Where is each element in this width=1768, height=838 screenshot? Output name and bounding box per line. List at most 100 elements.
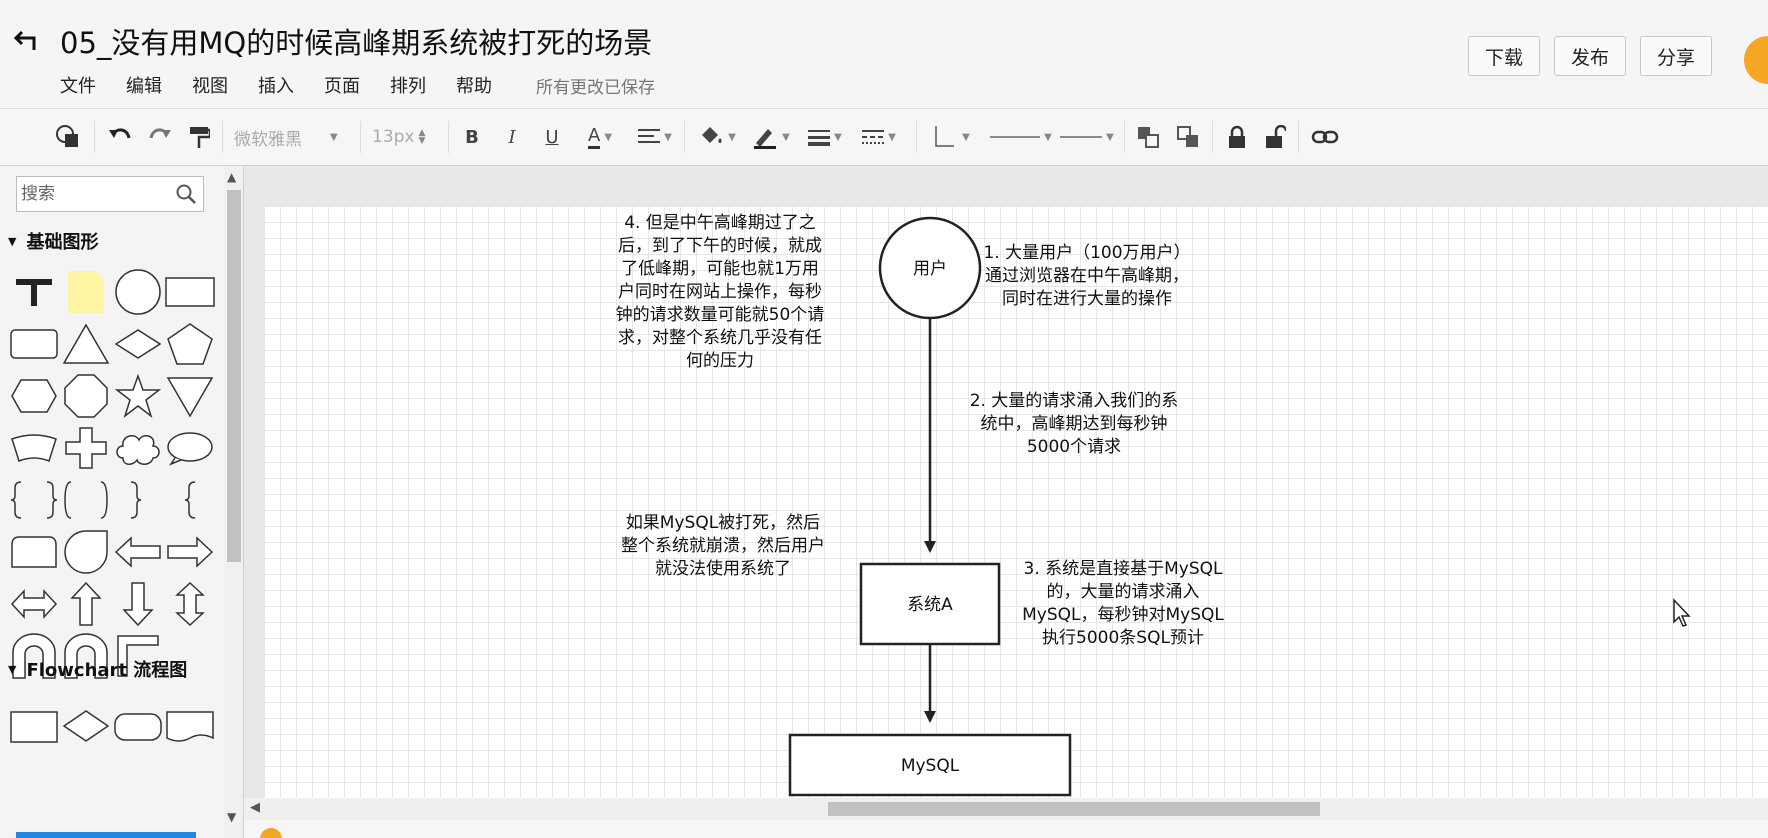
menu-file[interactable]: 文件 — [60, 72, 96, 98]
download-button[interactable]: 下载 — [1468, 36, 1541, 76]
cross-shape-icon[interactable] — [58, 420, 114, 476]
app-header: 05_没有用MQ的时候高峰期系统被打死的场景 文件 编辑 视图 插入 页面 排列… — [0, 0, 1768, 108]
canvas-horizontal-scrollbar[interactable]: ◀ — [244, 798, 1768, 820]
up-arrow-shape-icon[interactable] — [58, 576, 114, 632]
scroll-left-arrow-icon[interactable]: ◀ — [250, 800, 260, 815]
line-color-icon[interactable]: ▼ — [748, 119, 794, 155]
search-icon[interactable] — [175, 183, 197, 205]
menu-view[interactable]: 视图 — [192, 72, 228, 98]
line-dash-icon[interactable]: ▼ — [856, 119, 902, 155]
canvas-scroll-thumb[interactable] — [828, 802, 1320, 816]
flow-terminator-shape-icon[interactable] — [110, 698, 166, 754]
user-avatar[interactable] — [1744, 36, 1768, 84]
octagon-shape-icon[interactable] — [58, 368, 114, 424]
lock-icon[interactable] — [1224, 119, 1250, 155]
ellipse-shape-icon[interactable] — [162, 420, 218, 476]
fill-color-icon[interactable]: ▼ — [694, 119, 740, 155]
search-box — [16, 176, 204, 212]
diamond-shape-icon[interactable] — [110, 316, 166, 372]
triangle-shape-icon[interactable] — [58, 316, 114, 372]
end-arrow-icon[interactable]: ▼ — [1058, 119, 1116, 155]
note-low-peak[interactable]: 4. 但是中午高峰期过了之 后，到了下午的时候，就成 了低峰期，可能也就1万用 … — [594, 212, 846, 373]
connector-style-icon[interactable]: ▼ — [930, 119, 972, 155]
node-system-a-label: 系统A — [907, 595, 953, 615]
note-mysql-crash[interactable]: 如果MySQL被打死，然后 整个系统就崩溃，然后用户 就没法使用系统了 — [598, 512, 848, 581]
unlock-icon[interactable] — [1262, 119, 1288, 155]
braces-shape-icon[interactable] — [6, 472, 62, 528]
tear-shape-icon[interactable] — [58, 524, 114, 580]
rounded-rectangle-shape-icon[interactable] — [6, 316, 62, 372]
send-to-back-icon[interactable] — [1174, 119, 1202, 155]
brackets-shape-icon[interactable] — [58, 472, 114, 528]
node-user[interactable]: 用户 — [878, 216, 982, 320]
publish-button[interactable]: 发布 — [1554, 36, 1627, 76]
section-flowchart[interactable]: ▼ Flowchart 流程图 — [8, 656, 187, 682]
section-basic-shapes[interactable]: ▼ 基础图形 — [8, 228, 98, 254]
node-mysql[interactable]: MySQL — [788, 733, 1072, 797]
save-status: 所有更改已保存 — [536, 77, 655, 98]
note-peak-requests[interactable]: 2. 大量的请求涌入我们的系 统中，高峰期达到每秒钟 5000个请求 — [944, 390, 1204, 459]
menu-insert[interactable]: 插入 — [258, 72, 294, 98]
sidebar-bottom-bar — [16, 832, 196, 838]
bring-to-front-icon[interactable] — [1134, 119, 1162, 155]
text-shape-icon[interactable] — [6, 264, 62, 320]
menu-edit[interactable]: 编辑 — [126, 72, 162, 98]
shape-library-sidebar: ▼基础图形 — [0, 166, 244, 838]
sidebar-scroll-thumb[interactable] — [227, 190, 241, 562]
flow-decision-shape-icon[interactable] — [58, 698, 114, 754]
menu-arrange[interactable]: 排列 — [390, 72, 426, 98]
menu-page[interactable]: 页面 — [324, 72, 360, 98]
link-icon[interactable] — [1310, 119, 1340, 155]
canvas-area[interactable]: 用户 系统A MySQL 4. 但是中午高峰期过了之 后，到了下午的时候，就成 … — [244, 166, 1768, 838]
down-arrow-shape-icon[interactable] — [110, 576, 166, 632]
search-input[interactable] — [21, 181, 167, 207]
node-mysql-label: MySQL — [901, 756, 960, 776]
cloud-shape-icon[interactable] — [110, 420, 166, 476]
star-shape-icon[interactable] — [110, 368, 166, 424]
diagram-page[interactable]: 用户 系统A MySQL 4. 但是中午高峰期过了之 后，到了下午的时候，就成 … — [264, 206, 1768, 798]
sidebar-scrollbar[interactable]: ▲ ▼ — [224, 166, 243, 838]
right-arrow-shape-icon[interactable] — [162, 524, 218, 580]
document-title[interactable]: 05_没有用MQ的时候高峰期系统被打死的场景 — [60, 20, 652, 62]
shape-style-icon[interactable] — [52, 119, 84, 155]
menu-help[interactable]: 帮助 — [456, 72, 492, 98]
left-arrow-shape-icon[interactable] — [110, 524, 166, 580]
font-size-stepper[interactable]: 13px ▲ ▼ — [372, 119, 438, 155]
format-painter-icon[interactable] — [186, 119, 212, 155]
node-user-label: 用户 — [913, 259, 947, 279]
flow-document-shape-icon[interactable] — [162, 698, 218, 754]
start-arrow-icon[interactable]: ▼ — [988, 119, 1054, 155]
font-color-button[interactable]: A ▼ — [578, 119, 622, 155]
share-button[interactable]: 分享 — [1640, 36, 1713, 76]
inverted-triangle-shape-icon[interactable] — [162, 368, 218, 424]
note-mysql-direct[interactable]: 3. 系统是直接基于MySQL 的，大量的请求涌入 MySQL，每秒钟对MySQ… — [1012, 558, 1234, 650]
bold-button[interactable]: B — [460, 119, 484, 155]
delay-shape-icon[interactable] — [6, 524, 62, 580]
hexagon-shape-icon[interactable] — [6, 368, 62, 424]
right-brace-shape-icon[interactable] — [110, 472, 166, 528]
pentagon-shape-icon[interactable] — [162, 316, 218, 372]
circle-shape-icon[interactable] — [110, 264, 166, 320]
underline-button[interactable]: U — [540, 119, 564, 155]
vertical-double-arrow-shape-icon[interactable] — [162, 576, 218, 632]
note-shape-icon[interactable] — [58, 264, 114, 320]
italic-button[interactable]: I — [500, 119, 524, 155]
flow-process-shape-icon[interactable] — [6, 698, 62, 754]
double-arrow-shape-icon[interactable] — [6, 576, 62, 632]
status-indicator-icon — [260, 828, 282, 838]
status-strip — [244, 820, 1768, 838]
node-system-a[interactable]: 系统A — [859, 562, 1001, 646]
curved-banner-shape-icon[interactable] — [6, 420, 62, 476]
undo-icon[interactable] — [106, 119, 134, 155]
rectangle-shape-icon[interactable] — [162, 264, 218, 320]
redo-icon[interactable] — [146, 119, 174, 155]
font-family-select[interactable]: 微软雅黑 ▼ — [234, 119, 354, 155]
text-align-icon[interactable]: ▼ — [632, 119, 678, 155]
line-width-icon[interactable]: ▼ — [802, 119, 848, 155]
collapse-triangle-icon: ▼ — [8, 234, 17, 248]
back-arrow-icon[interactable] — [12, 26, 42, 56]
menu-bar: 文件 编辑 视图 插入 页面 排列 帮助 所有更改已保存 — [60, 72, 655, 98]
note-peak-users[interactable]: 1. 大量用户（100万用户） 通过浏览器在中午高峰期， 同时在进行大量的操作 — [972, 242, 1202, 311]
mouse-cursor-icon — [1673, 598, 1691, 627]
left-brace-shape-icon[interactable] — [162, 472, 218, 528]
